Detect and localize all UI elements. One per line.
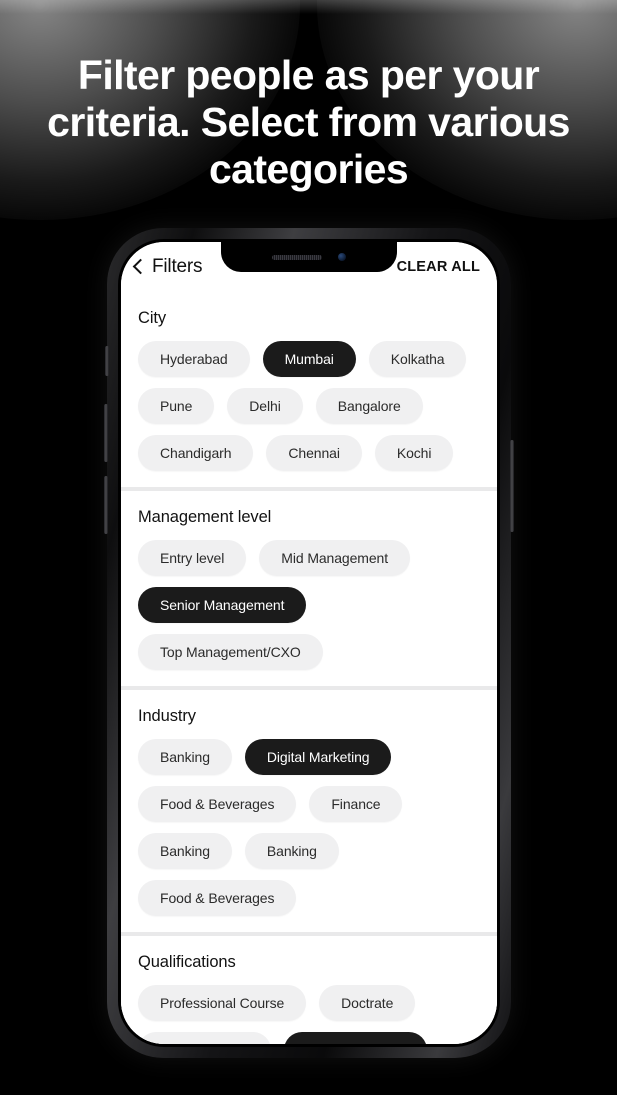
page-title: Filters xyxy=(152,256,203,277)
filter-chip-selected[interactable]: Under Graduate xyxy=(283,1032,427,1044)
speaker-grille-icon xyxy=(272,254,322,260)
phone-mockup: Filters CLEAR ALL City Hyderabad Mumbai Kol… xyxy=(104,228,514,1058)
screenshot-stage: Filter people as per your criteria. Sele… xyxy=(0,0,617,1095)
front-camera-icon xyxy=(338,253,346,261)
filter-section-city: City Hyderabad Mumbai Kolkatha Pune Delhi Bang… xyxy=(121,292,497,487)
phone-bezel: Filters CLEAR ALL City Hyderabad Mumbai Kol… xyxy=(118,239,500,1047)
filter-chip[interactable]: Pune xyxy=(138,388,215,424)
clear-all-button[interactable]: CLEAR ALL xyxy=(397,259,480,275)
filter-chip[interactable]: Chennai xyxy=(266,435,362,471)
filter-chip[interactable]: Chandigarh xyxy=(138,435,254,471)
volume-down-button[interactable] xyxy=(104,476,108,534)
chevron-left-icon xyxy=(132,258,149,275)
filter-chip[interactable]: Bangalore xyxy=(315,388,423,424)
filter-chip[interactable]: Food & Beverages xyxy=(138,880,297,916)
filter-chip[interactable]: Kochi xyxy=(374,435,454,471)
filter-chip[interactable]: Doctrate xyxy=(319,985,416,1021)
back-button[interactable]: Filters xyxy=(132,256,203,278)
filter-section-qualifications: Qualifications Professional Course Doctrat… xyxy=(121,936,497,1044)
chip-group: Entry level Mid Management Senior Manageme… xyxy=(138,540,480,670)
filter-chip[interactable]: Post Graduate xyxy=(138,1032,271,1044)
phone-screen: Filters CLEAR ALL City Hyderabad Mumbai Kol… xyxy=(121,242,497,1044)
filter-sections: City Hyderabad Mumbai Kolkatha Pune Delhi Bang… xyxy=(121,292,497,1044)
section-title: Qualifications xyxy=(138,953,236,971)
chip-group: Banking Digital Marketing Food & Beverages… xyxy=(138,739,480,916)
filter-chip-selected[interactable]: Mumbai xyxy=(262,341,356,377)
chip-group: Professional Course Doctrate Post Graduate… xyxy=(138,985,480,1044)
filter-chip[interactable]: Banking xyxy=(138,739,232,775)
filter-chip[interactable]: Top Management/CXO xyxy=(138,634,323,670)
filter-section-management-level: Management level Entry level Mid Managemen… xyxy=(121,491,497,686)
page-headline: Filter people as per your criteria. Sele… xyxy=(47,52,570,192)
volume-up-button[interactable] xyxy=(104,404,108,462)
power-button[interactable] xyxy=(510,440,514,532)
top-edge-glow xyxy=(0,0,617,14)
section-title: Industry xyxy=(138,707,196,725)
filter-chip[interactable]: Professional Course xyxy=(138,985,307,1021)
filter-chip[interactable]: Mid Management xyxy=(259,540,411,576)
filter-section-industry: Industry Banking Digital Marketing Food & B… xyxy=(121,690,497,932)
phone-notch xyxy=(221,242,397,272)
chip-group: Hyderabad Mumbai Kolkatha Pune Delhi Bangalor… xyxy=(138,341,480,471)
filter-chip[interactable]: Hyderabad xyxy=(138,341,250,377)
section-title: Management level xyxy=(138,508,272,526)
filter-chip[interactable]: Finance xyxy=(309,786,403,822)
filter-chip[interactable]: Entry level xyxy=(138,540,247,576)
filter-chip[interactable]: Food & Beverages xyxy=(138,786,297,822)
filter-chip[interactable]: Banking xyxy=(138,833,232,869)
filter-chip-selected[interactable]: Senior Management xyxy=(138,587,307,623)
filter-chip[interactable]: Delhi xyxy=(227,388,303,424)
filters-scroll-area[interactable]: City Hyderabad Mumbai Kolkatha Pune Delhi Bang… xyxy=(121,292,497,1044)
filter-chip[interactable]: Banking xyxy=(244,833,339,869)
filter-chip[interactable]: Kolkatha xyxy=(368,341,467,377)
section-title: City xyxy=(138,309,167,327)
silent-switch-button[interactable] xyxy=(105,346,109,376)
filter-chip-selected[interactable]: Digital Marketing xyxy=(244,739,392,775)
